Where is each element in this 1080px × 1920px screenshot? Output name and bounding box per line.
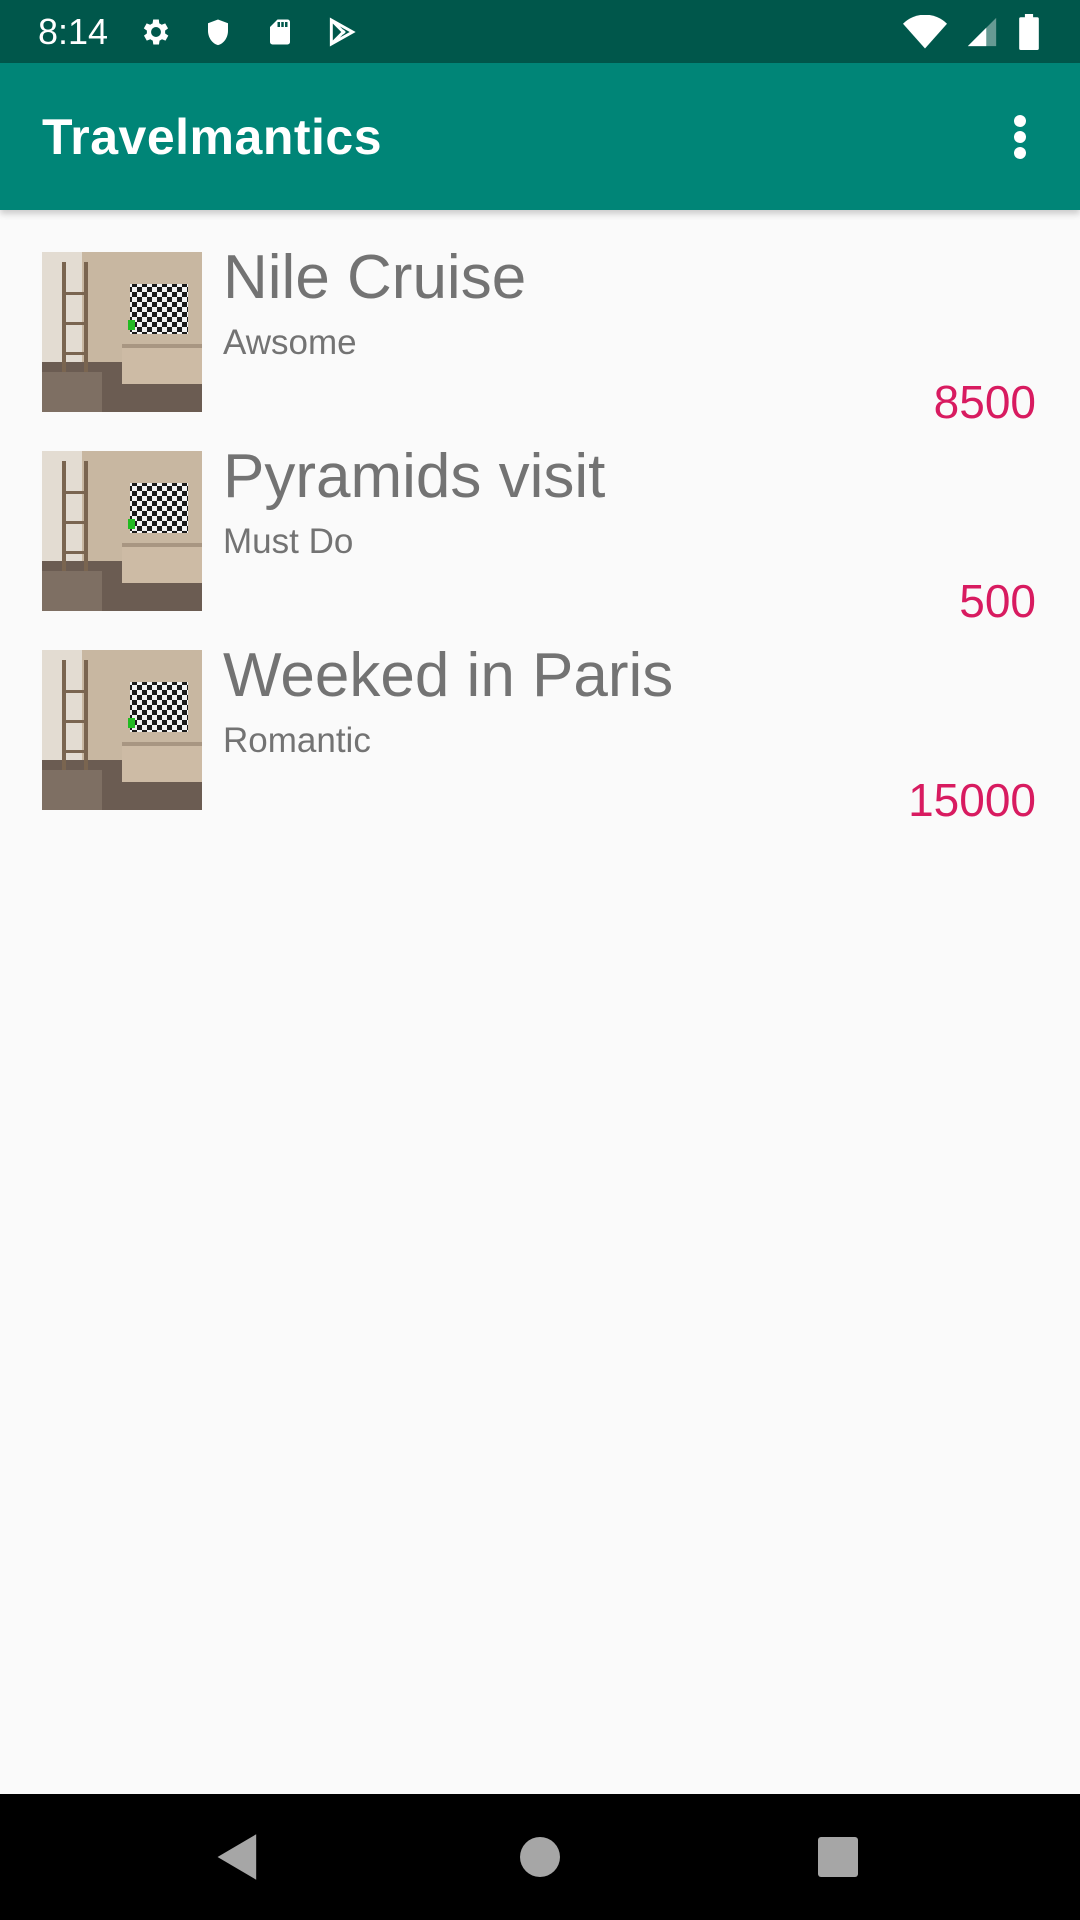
status-time: 8:14 <box>38 10 109 52</box>
sd-card-icon <box>260 12 300 52</box>
deal-list: Nile Cruise Awsome 8500 Pyramids visit M… <box>0 210 1080 826</box>
deal-price: 15000 <box>908 774 1036 826</box>
app-title: Travelmantics <box>42 108 383 165</box>
list-item[interactable]: Nile Cruise Awsome 8500 <box>0 210 1080 428</box>
status-icons-left <box>136 12 362 52</box>
shield-icon <box>198 12 238 52</box>
deal-description: Romantic <box>223 721 371 760</box>
signal-icon <box>962 12 1002 52</box>
play-store-icon <box>322 12 362 52</box>
status-bar: 8:14 <box>0 0 1080 63</box>
recents-icon[interactable] <box>808 1827 868 1887</box>
navigation-bar <box>0 1794 1080 1920</box>
wifi-icon <box>902 12 948 52</box>
deal-title: Nile Cruise <box>223 243 527 312</box>
status-icons-right <box>902 12 1042 52</box>
deal-thumbnail <box>42 650 202 810</box>
deal-thumbnail <box>42 451 202 611</box>
deal-description: Must Do <box>223 522 354 561</box>
deal-title: Pyramids visit <box>223 442 606 511</box>
deal-title: Weeked in Paris <box>223 641 674 710</box>
more-vert-icon[interactable] <box>990 107 1050 167</box>
list-item[interactable]: Pyramids visit Must Do 500 <box>0 409 1080 627</box>
deal-description: Awsome <box>223 323 357 362</box>
gear-icon <box>136 12 176 52</box>
deal-thumbnail <box>42 252 202 412</box>
back-icon[interactable] <box>208 1827 268 1887</box>
list-item[interactable]: Weeked in Paris Romantic 15000 <box>0 608 1080 826</box>
battery-icon <box>1016 12 1042 52</box>
app-bar: Travelmantics <box>0 63 1080 210</box>
home-icon[interactable] <box>510 1827 570 1887</box>
